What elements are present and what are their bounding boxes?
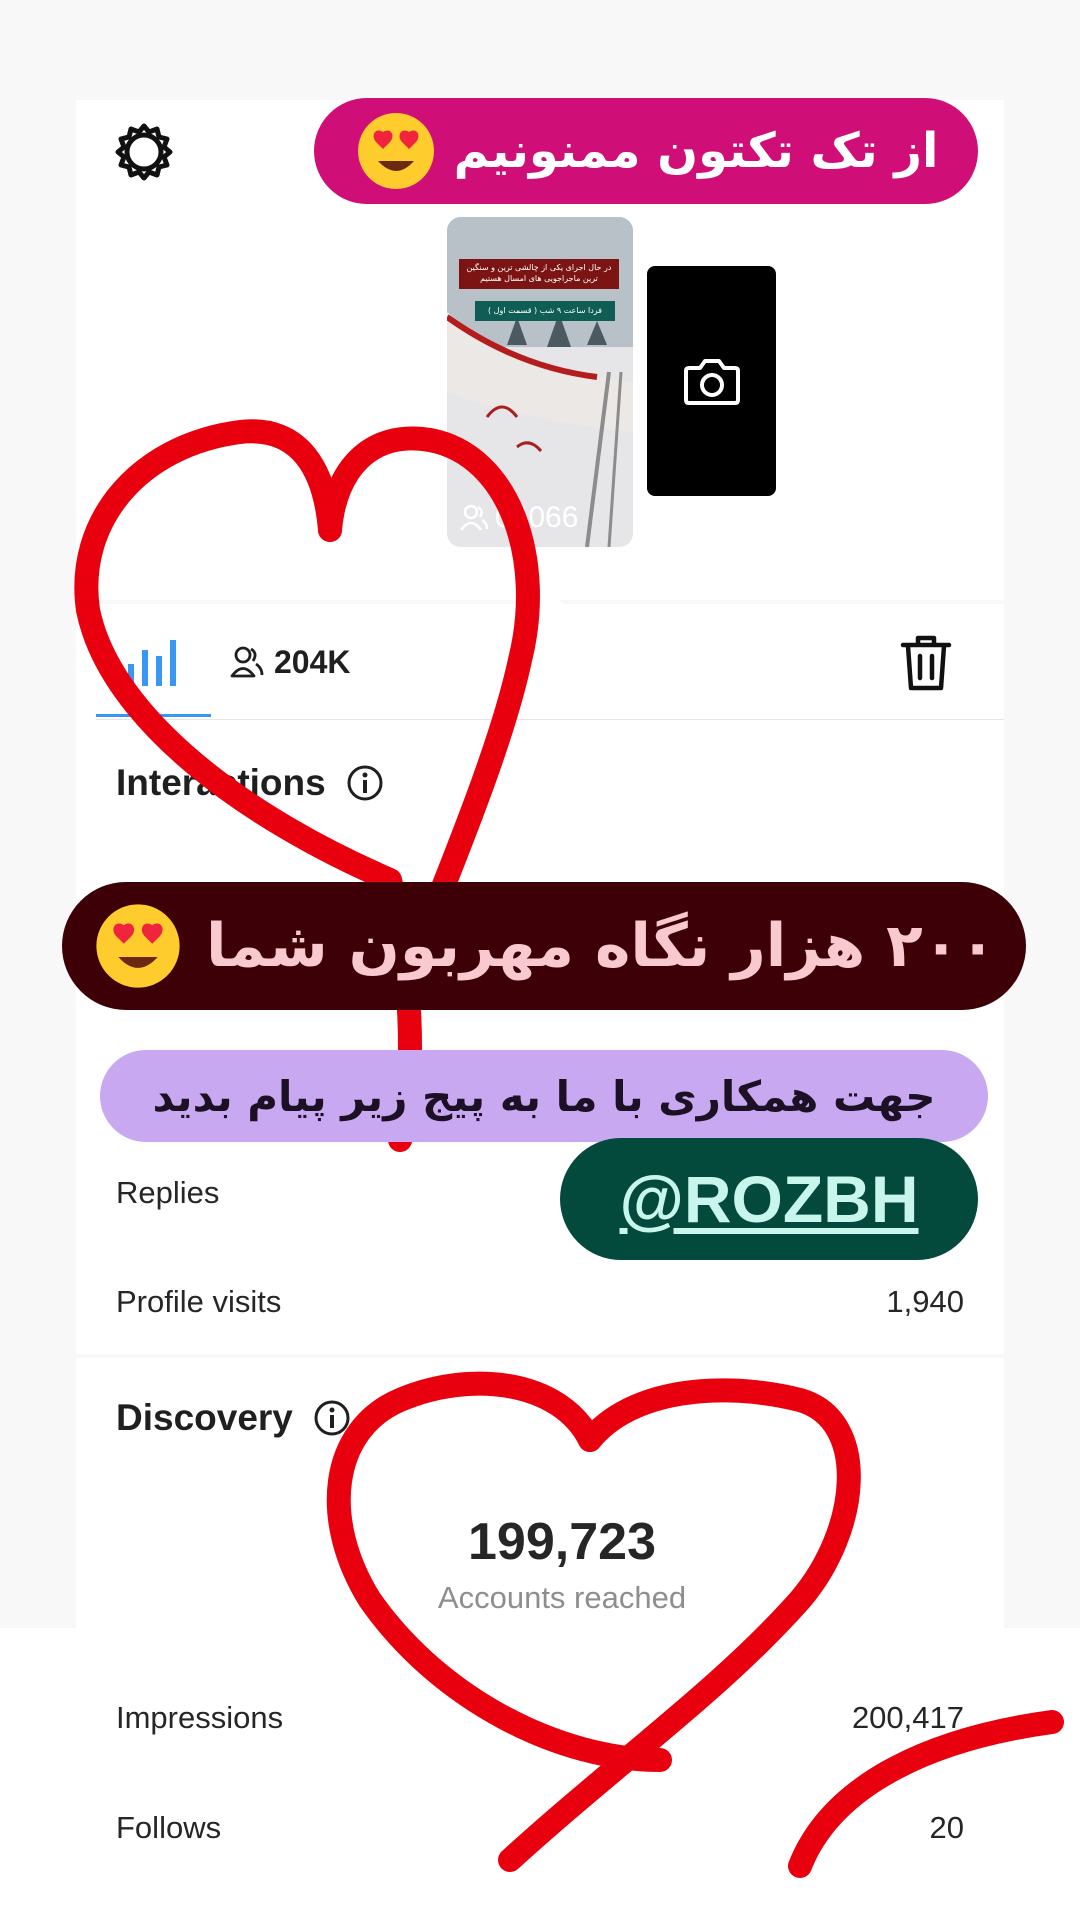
- tab-followers[interactable]: 204K: [230, 640, 351, 684]
- mention-text[interactable]: @ROZBH: [620, 1161, 919, 1237]
- collaboration-sticker[interactable]: جهت همکاری با ما به پیج زیر پیام بدید: [100, 1050, 988, 1142]
- follows-value: 20: [929, 1810, 964, 1845]
- camera-icon: [683, 359, 740, 405]
- viewers-icon: [459, 504, 489, 531]
- interactions-title: Interactions: [116, 762, 326, 803]
- follows-label: Follows: [116, 1810, 222, 1845]
- follows-row: Follows 20: [116, 1810, 964, 1846]
- story-thumbnail[interactable]: در حال اجرای یکی از چالشی ترین و سنگین ت…: [447, 217, 633, 547]
- replies-label: Replies: [116, 1175, 220, 1210]
- settings-gear-icon[interactable]: [114, 122, 174, 182]
- selected-story-pointer: [520, 584, 564, 604]
- heart-eyes-emoji-icon: [96, 904, 180, 988]
- thank-you-sticker[interactable]: از تک تکتون ممنونیم: [314, 98, 978, 204]
- followers-count: 204K: [274, 643, 351, 680]
- impressions-value: 200,417: [851, 1700, 964, 1735]
- story-screen: در حال اجرای یکی از چالشی ترین و سنگین ت…: [0, 0, 1080, 1920]
- delete-trash-icon[interactable]: [900, 634, 952, 692]
- impressions-row: Impressions 200,417: [116, 1700, 964, 1736]
- views-milestone-sticker[interactable]: ۲۰۰ هزار نگاه مهربون شما: [62, 882, 1026, 1010]
- profile-visits-label: Profile visits: [116, 1284, 282, 1319]
- thank-you-text: از تک تکتون ممنونیم: [453, 123, 939, 179]
- story-caption-main: در حال اجرای یکی از چالشی ترین و سنگین ت…: [459, 259, 619, 289]
- heart-eyes-emoji-icon: [357, 113, 434, 189]
- followers-icon: [230, 646, 264, 678]
- add-story-camera-button[interactable]: [647, 266, 776, 496]
- active-tab-indicator: [96, 714, 211, 717]
- discovery-rows-panel: [0, 1628, 1080, 1920]
- mention-sticker[interactable]: @ROZBH: [560, 1138, 978, 1260]
- views-milestone-text: ۲۰۰ هزار نگاه مهربون شما: [205, 911, 997, 981]
- discovery-info-icon[interactable]: [313, 1399, 351, 1437]
- interactions-heading: Interactions: [116, 762, 384, 804]
- collaboration-text: جهت همکاری با ما به پیج زیر پیام بدید: [152, 1071, 936, 1121]
- tab-divider: [96, 719, 1004, 720]
- accounts-reached-label: Accounts reached: [437, 1580, 687, 1615]
- story-views-count: 04066: [495, 501, 579, 534]
- profile-visits-value: 1,940: [886, 1284, 964, 1319]
- interactions-info-icon[interactable]: [346, 764, 384, 802]
- story-views: 04066: [459, 501, 578, 535]
- impressions-label: Impressions: [116, 1700, 284, 1735]
- discovery-heading: Discovery: [116, 1397, 351, 1439]
- discovery-title: Discovery: [116, 1397, 293, 1438]
- story-caption-schedule: فردا ساعت ۹ شب ( قسمت اول ): [475, 301, 615, 321]
- profile-visits-row: Profile visits 1,940: [116, 1284, 964, 1320]
- accounts-reached-value: 199,723: [468, 1513, 656, 1571]
- insights-chart-tab-icon[interactable]: [124, 636, 180, 688]
